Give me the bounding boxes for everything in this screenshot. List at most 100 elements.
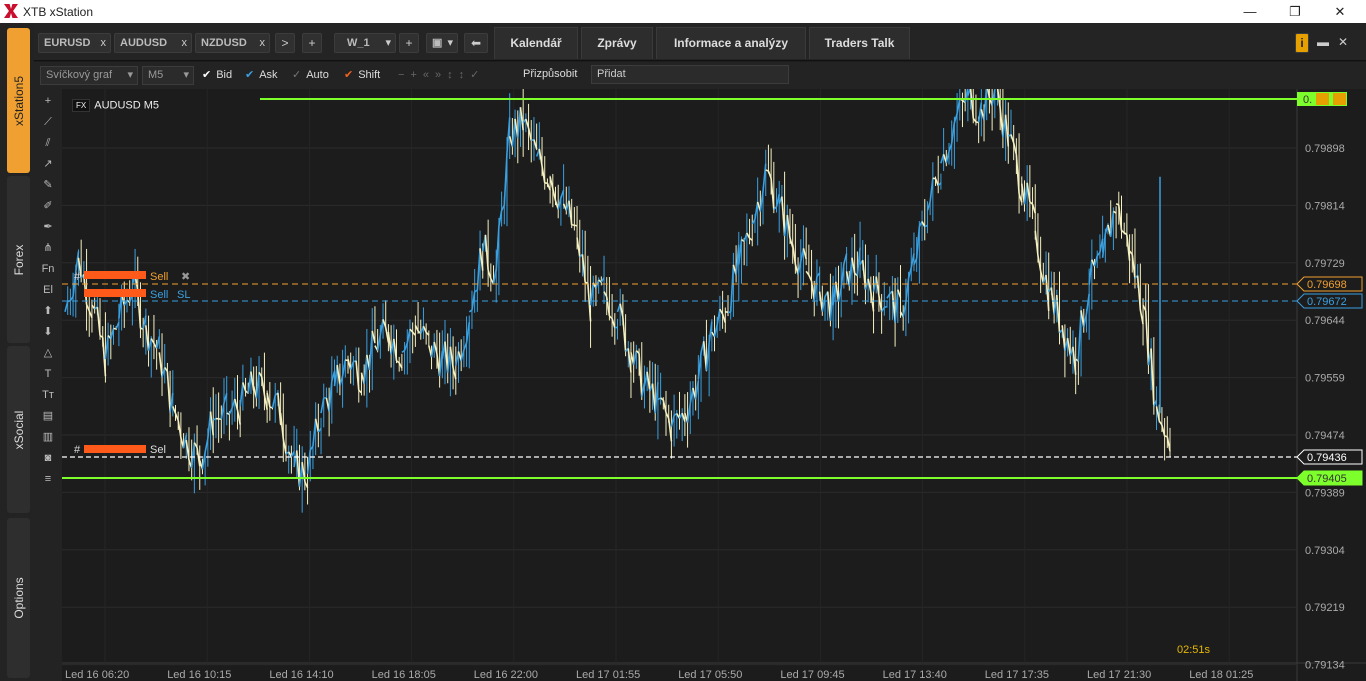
sidebar-tab-xsocial[interactable]: xSocial xyxy=(7,346,30,513)
add-indicator-input[interactable]: Přidat xyxy=(591,65,789,84)
x-tick-label: Led 17 21:30 xyxy=(1087,669,1151,681)
chevron-down-icon: ▾ xyxy=(447,37,453,49)
ask-checkbox[interactable]: ✔ Ask xyxy=(245,68,278,81)
orange-price-tag: 0.79698 xyxy=(1307,279,1347,291)
chevron-down-icon: ▾ xyxy=(385,37,391,49)
redacted-order-id xyxy=(84,271,146,279)
drawing-tools: + ⟋ ⫽ ↗ ✎ ✐ ✒ ⋔ Fn El ⬆ ⬇ △ T Tт ▤ ▥ ◙ ≡ xyxy=(34,89,62,681)
chart-symbol-label: FX AUDUSD M5 xyxy=(72,99,159,112)
order-sell-label: Sell xyxy=(150,289,168,301)
ask-label: Ask xyxy=(259,69,278,81)
x-tick-label: Led 17 05:50 xyxy=(678,669,742,681)
x-tick-label: Led 16 06:20 xyxy=(65,669,129,681)
close-tab-icon[interactable]: x xyxy=(101,34,107,52)
tp-price-tag: 0. xyxy=(1303,94,1312,106)
fibonacci-fan-icon[interactable]: ⋔ xyxy=(39,239,57,257)
bid-checkbox[interactable]: ✔ Bid xyxy=(202,68,232,81)
symbol-tab-nzdusd[interactable]: NZDUSD x xyxy=(195,33,270,53)
zoom-tools[interactable]: −+«»↕↕✓ xyxy=(398,68,485,81)
layout-select[interactable]: ▣ ▾ xyxy=(426,33,458,53)
trend-line-icon[interactable]: ⟋ xyxy=(39,113,57,131)
redacted-order-id xyxy=(84,289,146,297)
close-tab-icon[interactable]: x xyxy=(260,34,266,52)
camera-icon[interactable]: ◙ xyxy=(39,449,57,467)
check-icon: ✔ xyxy=(344,69,354,81)
add-tab-button[interactable]: + xyxy=(302,33,322,53)
order-sell-label: Sel xyxy=(150,444,166,456)
add-workspace-button[interactable]: + xyxy=(399,33,419,53)
brush-icon[interactable]: ✐ xyxy=(39,197,57,215)
tab-informace[interactable]: Informace a analýzy xyxy=(656,27,806,59)
symbol-tab-label: NZDUSD xyxy=(201,37,247,49)
x-tick-label: Led 17 13:40 xyxy=(883,669,947,681)
close-tab-icon[interactable]: x xyxy=(182,34,188,52)
y-tick-label: 0.79898 xyxy=(1305,143,1345,155)
y-axis: 0.79898 0.79814 0.79729 0.79644 0.79559 0.794… xyxy=(1305,143,1345,672)
symbol-tab-eurusd[interactable]: EURUSD x xyxy=(38,33,111,53)
check-icon: ✔ xyxy=(202,69,212,81)
ray-icon[interactable]: ↗ xyxy=(39,155,57,173)
close-panel-button[interactable]: ✕ xyxy=(1335,33,1351,53)
next-tabs-button[interactable]: > xyxy=(275,33,295,53)
indicators-icon[interactable]: ▥ xyxy=(39,428,57,446)
order-sl-label: SL xyxy=(177,289,190,301)
shapes-icon[interactable]: △ xyxy=(39,344,57,362)
order-close-icon: ✖ xyxy=(181,271,190,283)
x-tick-label: Led 18 01:25 xyxy=(1189,669,1253,681)
current-price-tag: 0.79436 xyxy=(1307,452,1347,464)
minimize-panel-button[interactable]: ▬ xyxy=(1315,33,1331,53)
tab-zpravy[interactable]: Zprávy xyxy=(581,27,653,59)
chart-type-value: Svíčkový graf xyxy=(46,69,113,81)
close-order-icon xyxy=(1333,93,1346,105)
price-chart[interactable]: 0.79898 0.79814 0.79729 0.79644 0.79559 0.794… xyxy=(62,89,1366,681)
x-tick-label: Led 16 14:10 xyxy=(269,669,333,681)
check-icon: ✓ xyxy=(292,69,302,81)
auto-label: Auto xyxy=(306,69,329,81)
sidebar-tab-label: xStation5 xyxy=(11,75,26,126)
back-button[interactable]: ⬅ xyxy=(464,33,488,53)
y-tick-label: 0.79474 xyxy=(1305,430,1345,442)
y-tick-label: 0.79219 xyxy=(1305,602,1345,614)
sidebar-tab-forex[interactable]: Forex xyxy=(7,176,30,343)
pencil-icon[interactable]: ✎ xyxy=(39,176,57,194)
pen-icon[interactable]: ✒ xyxy=(39,218,57,236)
x-tick-label: Led 17 17:35 xyxy=(985,669,1049,681)
sidebar-tab-xstation5[interactable]: xStation5 xyxy=(7,28,30,173)
close-button[interactable]: ✕ xyxy=(1320,2,1360,21)
order-hash: # xyxy=(74,444,81,456)
shift-checkbox[interactable]: ✔ Shift xyxy=(344,68,380,81)
candle-timer: 02:51s xyxy=(1177,644,1211,656)
elliott-icon[interactable]: El xyxy=(39,281,57,299)
workspace-label: W_1 xyxy=(347,37,370,49)
fibonacci-icon[interactable]: Fn xyxy=(39,260,57,278)
layers-icon[interactable]: ▤ xyxy=(39,407,57,425)
tab-kalendar[interactable]: Kalendář xyxy=(494,27,578,59)
tab-traders-talk[interactable]: Traders Talk xyxy=(809,27,910,59)
y-tick-label: 0.79729 xyxy=(1305,258,1345,270)
xtb-logo-icon xyxy=(4,4,18,18)
arrow-down-icon[interactable]: ⬇ xyxy=(39,323,57,341)
info-button[interactable]: i xyxy=(1295,33,1309,53)
edit-order-icon xyxy=(1316,93,1329,105)
text-size-icon[interactable]: Tт xyxy=(39,386,57,404)
customize-button[interactable]: Přizpůsobit xyxy=(523,68,577,80)
symbol-tab-audusd[interactable]: AUDUSD x xyxy=(114,33,192,53)
timeframe-select[interactable]: M5 ▾ xyxy=(142,66,194,85)
text-icon[interactable]: T xyxy=(39,365,57,383)
maximize-button[interactable]: ❐ xyxy=(1275,2,1315,21)
sidebar-tab-label: Forex xyxy=(11,244,26,275)
y-tick-label: 0.79134 xyxy=(1305,660,1345,672)
auto-checkbox[interactable]: ✓ Auto xyxy=(292,68,329,81)
arrow-up-icon[interactable]: ⬆ xyxy=(39,302,57,320)
fx-badge: FX xyxy=(72,99,91,112)
symbol-tab-label: AUDUSD xyxy=(120,37,168,49)
timeframe-value: M5 xyxy=(148,69,164,81)
shift-label: Shift xyxy=(358,69,381,81)
minimize-button[interactable]: — xyxy=(1230,2,1270,21)
sidebar-tab-options[interactable]: Options xyxy=(7,518,30,678)
list-icon[interactable]: ≡ xyxy=(39,470,57,488)
workspace-select[interactable]: W_1 ▾ xyxy=(334,33,396,53)
crosshair-icon[interactable]: + xyxy=(39,92,57,110)
channel-icon[interactable]: ⫽ xyxy=(39,134,57,152)
chart-type-select[interactable]: Svíčkový graf ▾ xyxy=(40,66,138,85)
